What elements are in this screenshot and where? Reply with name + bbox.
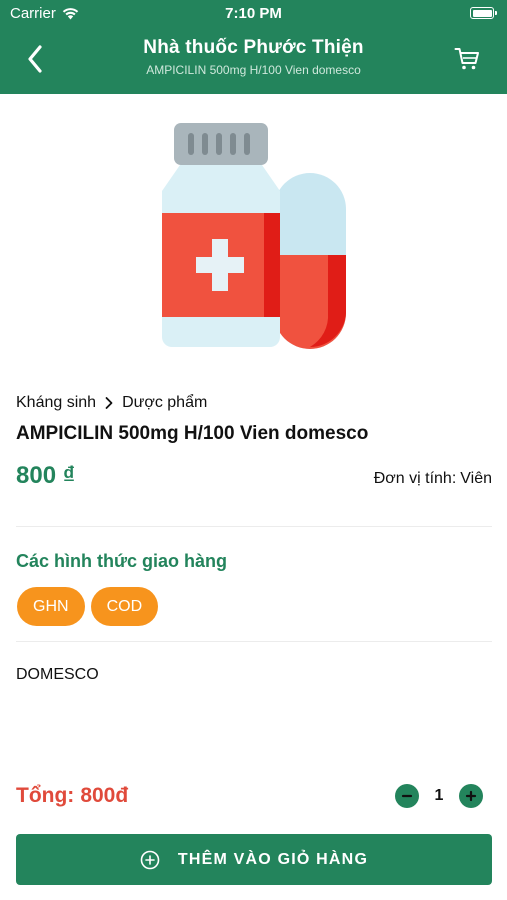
minus-icon: [401, 794, 413, 797]
total-value: 800đ: [80, 784, 129, 807]
chevron-left-icon: [28, 45, 42, 73]
total-label: Tổng:: [16, 784, 75, 807]
chevron-right-icon: [105, 397, 113, 409]
product-subtitle: AMPICILIN 500mg H/100 Vien domesco: [146, 63, 361, 77]
shipping-methods: GHN COD: [17, 587, 159, 626]
plus-icon: [465, 790, 477, 801]
status-time: 7:10 PM: [225, 5, 282, 22]
divider: [16, 641, 492, 642]
app-header: Carrier 7:10 PM Nhà thuốc Phước Thiện AM…: [0, 0, 507, 94]
battery-icon: [470, 7, 497, 19]
breadcrumb-subcategory[interactable]: Dược phẩm: [122, 394, 207, 412]
medicine-bottle-pill-icon: [162, 123, 346, 349]
product-name: AMPICILIN 500mg H/100 Vien domesco: [16, 423, 369, 444]
shipping-chip-cod[interactable]: COD: [90, 587, 159, 626]
decrease-quantity-button[interactable]: [395, 783, 419, 808]
product-image: [150, 115, 360, 355]
divider: [16, 526, 492, 527]
product-price: 800 ₫: [16, 462, 76, 489]
total-price: Tổng: 800đ: [16, 784, 128, 808]
shopping-cart-icon: [454, 48, 479, 70]
shipping-title: Các hình thức giao hàng: [16, 551, 228, 571]
store-title: Nhà thuốc Phước Thiện: [143, 37, 364, 58]
plus-circle-icon: [140, 850, 160, 869]
quantity-value: 1: [434, 786, 444, 804]
manufacturer-name: DOMESCO: [16, 666, 99, 683]
unit-label: Đơn vị tính:: [373, 470, 457, 487]
unit-value: Viên: [460, 470, 492, 487]
quantity-stepper: 1: [395, 783, 483, 808]
breadcrumb-category[interactable]: Kháng sinh: [16, 394, 96, 412]
breadcrumb: Kháng sinh Dược phẩm: [16, 394, 207, 412]
add-to-cart-button[interactable]: THÊM VÀO GIỎ HÀNG: [16, 834, 492, 885]
cart-button[interactable]: [451, 44, 483, 74]
unit-info: Đơn vị tính: Viên: [374, 470, 492, 488]
increase-quantity-button[interactable]: [459, 783, 483, 808]
back-button[interactable]: [20, 44, 50, 74]
status-bar: Carrier 7:10 PM: [0, 0, 507, 28]
shipping-chip-ghn[interactable]: GHN: [17, 587, 85, 626]
add-to-cart-label: THÊM VÀO GIỎ HÀNG: [177, 850, 369, 868]
